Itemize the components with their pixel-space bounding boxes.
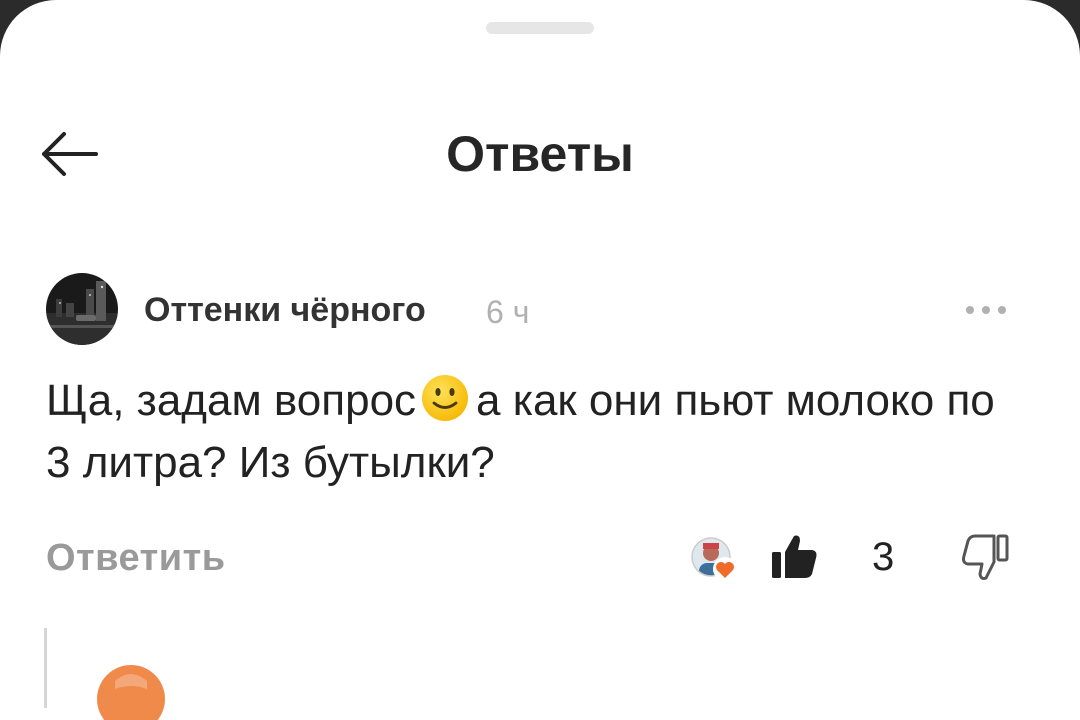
- more-options-button[interactable]: [958, 290, 1014, 330]
- thread-line: [44, 628, 47, 708]
- drag-handle[interactable]: [486, 22, 594, 34]
- reply-button[interactable]: Ответить: [46, 534, 226, 582]
- reactors-avatar-heart-icon[interactable]: [691, 537, 739, 583]
- author-avatar[interactable]: [46, 273, 118, 345]
- thumbs-down-icon[interactable]: [960, 534, 1010, 582]
- post-time: 6 ч: [486, 294, 530, 330]
- page-title: Ответы: [446, 126, 634, 182]
- back-button[interactable]: [28, 118, 108, 190]
- more-horizontal-icon: [966, 306, 1006, 314]
- author-name[interactable]: Оттенки чёрного: [144, 288, 426, 332]
- avatar-image: [46, 273, 118, 345]
- thumbs-up-icon[interactable]: [770, 532, 820, 580]
- reply-author-avatar[interactable]: [95, 663, 167, 720]
- comment-text-part1: Ща, задам вопрос: [46, 376, 417, 425]
- like-count: 3: [872, 535, 895, 579]
- slightly-smiling-face-icon: [422, 375, 469, 421]
- arrow-left-icon: [42, 132, 98, 176]
- comment-text: Ща, задам вопрос а как они пьют молоко п…: [46, 370, 1026, 494]
- replies-sheet: Ответы Оттенки чёрного 6 ч Ща, задам воп…: [0, 0, 1080, 720]
